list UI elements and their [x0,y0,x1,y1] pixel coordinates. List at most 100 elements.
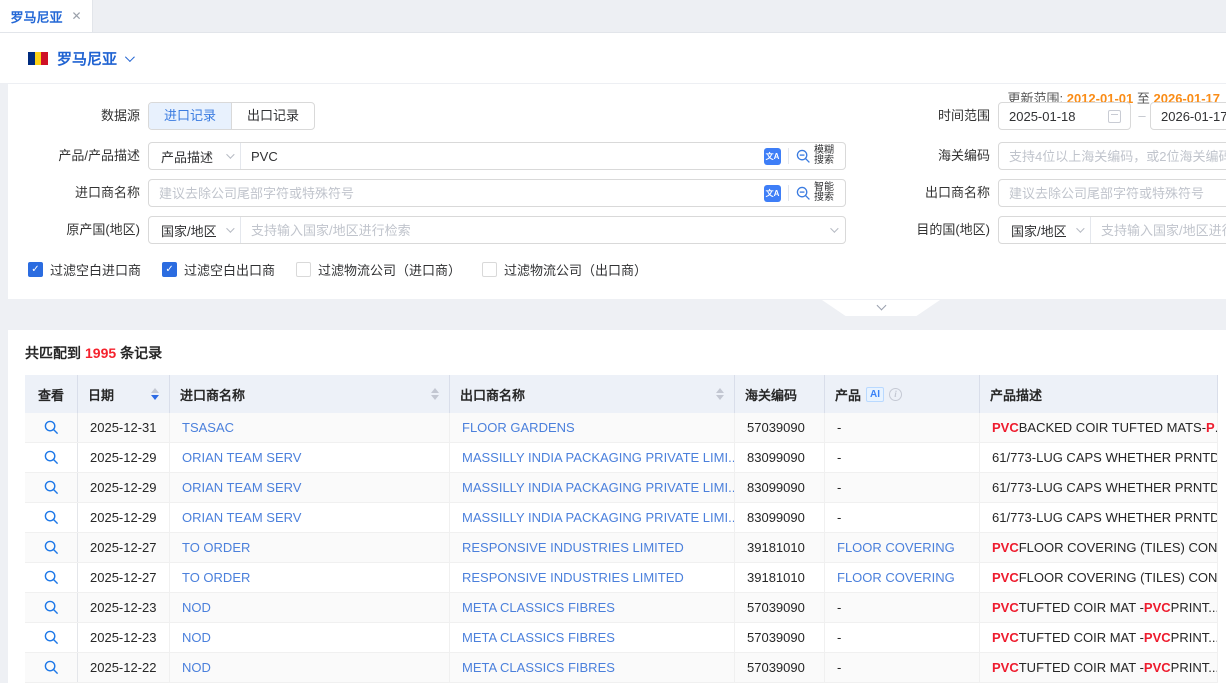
destination-country-input[interactable] [1091,223,1226,238]
chevron-down-icon[interactable] [125,52,135,62]
date-end-input[interactable] [1151,109,1226,124]
exporter-link[interactable]: RESPONSIVE INDUSTRIES LIMITED [450,563,735,592]
importer-link[interactable]: ORIAN TEAM SERV [170,473,450,502]
importer-link[interactable]: TSASAC [170,413,450,442]
ai-badge: AI [866,387,884,402]
origin-mode-select[interactable]: 国家/地区 [149,217,241,243]
product-link[interactable]: FLOOR COVERING [825,563,980,592]
checkbox-unchecked-icon [296,262,311,277]
date-cell: 2025-12-27 [78,563,170,592]
col-view: 查看 [25,375,78,413]
checkbox-checked-icon: ✓ [162,262,177,277]
importer-link[interactable]: NOD [170,593,450,622]
magnifier-icon [44,510,59,525]
description-cell: PVC FLOOR COVERING (TILES) CONT... [980,533,1218,562]
destination-mode-select[interactable]: 国家/地区 [999,217,1091,243]
importer-link[interactable]: TO ORDER [170,533,450,562]
tab-romania[interactable]: 罗马尼亚 ✕ [0,0,93,32]
view-detail-button[interactable] [25,443,78,472]
magnifier-icon [44,570,59,585]
product-link[interactable]: FLOOR COVERING [825,533,980,562]
exporter-link[interactable]: META CLASSICS FIBRES [450,623,735,652]
product-mode-select[interactable]: 产品描述 [149,143,241,169]
product-search-group: 产品描述 文A 模糊搜索 [148,142,846,170]
table-row: 2025-12-27 TO ORDER RESPONSIVE INDUSTRIE… [25,533,1218,563]
checkbox-filter-blank-importer[interactable]: ✓ 过滤空白进口商 [28,260,141,279]
results-table: 查看 日期 进口商名称 出口商名称 海关编码 产品 AI i 产品描述 [25,375,1218,683]
info-icon[interactable]: i [889,388,902,401]
col-importer: 进口商名称 [170,375,450,413]
date-end-input-box [1150,102,1226,130]
table-header: 查看 日期 进口商名称 出口商名称 海关编码 产品 AI i 产品描述 [25,375,1218,413]
exporter-link[interactable]: MASSILLY INDIA PACKAGING PRIVATE LIMI... [450,473,735,502]
exporter-input-box [998,179,1226,207]
view-detail-button[interactable] [25,473,78,502]
view-detail-button[interactable] [25,413,78,442]
sort-importer[interactable] [431,388,439,400]
view-detail-button[interactable] [25,653,78,682]
exporter-link[interactable]: META CLASSICS FIBRES [450,593,735,622]
sort-date[interactable] [151,388,159,400]
translate-icon[interactable]: 文A [764,185,781,202]
table-row: 2025-12-29 ORIAN TEAM SERV MASSILLY INDI… [25,473,1218,503]
hs-code-cell: 83099090 [735,473,825,502]
date-start-input[interactable] [999,109,1108,124]
date-cell: 2025-12-27 [78,533,170,562]
description-cell: PVC TUFTED COIR MAT - PVC PRINT... [980,653,1218,682]
exporter-input[interactable] [999,186,1226,201]
destination-country-group: 国家/地区 [998,216,1226,244]
checkbox-checked-icon: ✓ [28,262,43,277]
importer-link[interactable]: ORIAN TEAM SERV [170,443,450,472]
exporter-link[interactable]: META CLASSICS FIBRES [450,653,735,682]
fuzzy-search-button[interactable]: 模糊搜索 [796,146,836,166]
view-detail-button[interactable] [25,563,78,592]
hs-code-cell: 57039090 [735,593,825,622]
magnifier-icon [44,660,59,675]
exporter-link[interactable]: MASSILLY INDIA PACKAGING PRIVATE LIMI... [450,503,735,532]
product-search-input[interactable] [241,149,755,164]
checkbox-filter-logistics-exporter[interactable]: 过滤物流公司（出口商） [482,260,647,279]
importer-link[interactable]: NOD [170,623,450,652]
view-detail-button[interactable] [25,533,78,562]
import-records-button[interactable]: 进口记录 [149,103,232,129]
calendar-icon[interactable] [1108,110,1121,123]
collapse-panel-button[interactable] [822,300,940,316]
product-label: 产品/产品描述 [8,142,140,170]
checkbox-filter-blank-exporter[interactable]: ✓ 过滤空白出口商 [162,260,275,279]
col-date: 日期 [78,375,170,413]
smart-search-button[interactable]: 智能搜索 [796,183,836,203]
checkbox-filter-logistics-importer[interactable]: 过滤物流公司（进口商） [296,260,461,279]
divider [788,185,789,201]
hs-code-cell: 39181010 [735,563,825,592]
tab-bar: 罗马尼亚 ✕ [0,0,1226,33]
chevron-down-icon[interactable] [830,224,838,232]
exporter-link[interactable]: FLOOR GARDENS [450,413,735,442]
translate-icon[interactable]: 文A [764,148,781,165]
date-cell: 2025-12-29 [78,443,170,472]
importer-link[interactable]: TO ORDER [170,563,450,592]
hs-code-cell: 57039090 [735,623,825,652]
importer-input[interactable] [149,186,755,201]
product-cell: - [825,443,980,472]
hs-code-cell: 39181010 [735,533,825,562]
importer-link[interactable]: NOD [170,653,450,682]
exporter-label: 出口商名称 [860,179,990,207]
country-title[interactable]: 罗马尼亚 [57,48,117,69]
importer-link[interactable]: ORIAN TEAM SERV [170,503,450,532]
view-detail-button[interactable] [25,623,78,652]
hs-code-input[interactable] [999,149,1226,164]
destination-country-label: 目的国(地区) [860,216,990,244]
origin-country-input[interactable] [241,223,821,238]
origin-country-label: 原产国(地区) [8,216,140,244]
product-cell: - [825,653,980,682]
table-row: 2025-12-29 ORIAN TEAM SERV MASSILLY INDI… [25,503,1218,533]
export-records-button[interactable]: 出口记录 [232,103,314,129]
exporter-link[interactable]: RESPONSIVE INDUSTRIES LIMITED [450,533,735,562]
data-source-label: 数据源 [8,102,140,130]
exporter-link[interactable]: MASSILLY INDIA PACKAGING PRIVATE LIMI... [450,443,735,472]
sort-exporter[interactable] [716,388,724,400]
view-detail-button[interactable] [25,593,78,622]
close-icon[interactable]: ✕ [71,9,81,23]
view-detail-button[interactable] [25,503,78,532]
product-cell: - [825,473,980,502]
